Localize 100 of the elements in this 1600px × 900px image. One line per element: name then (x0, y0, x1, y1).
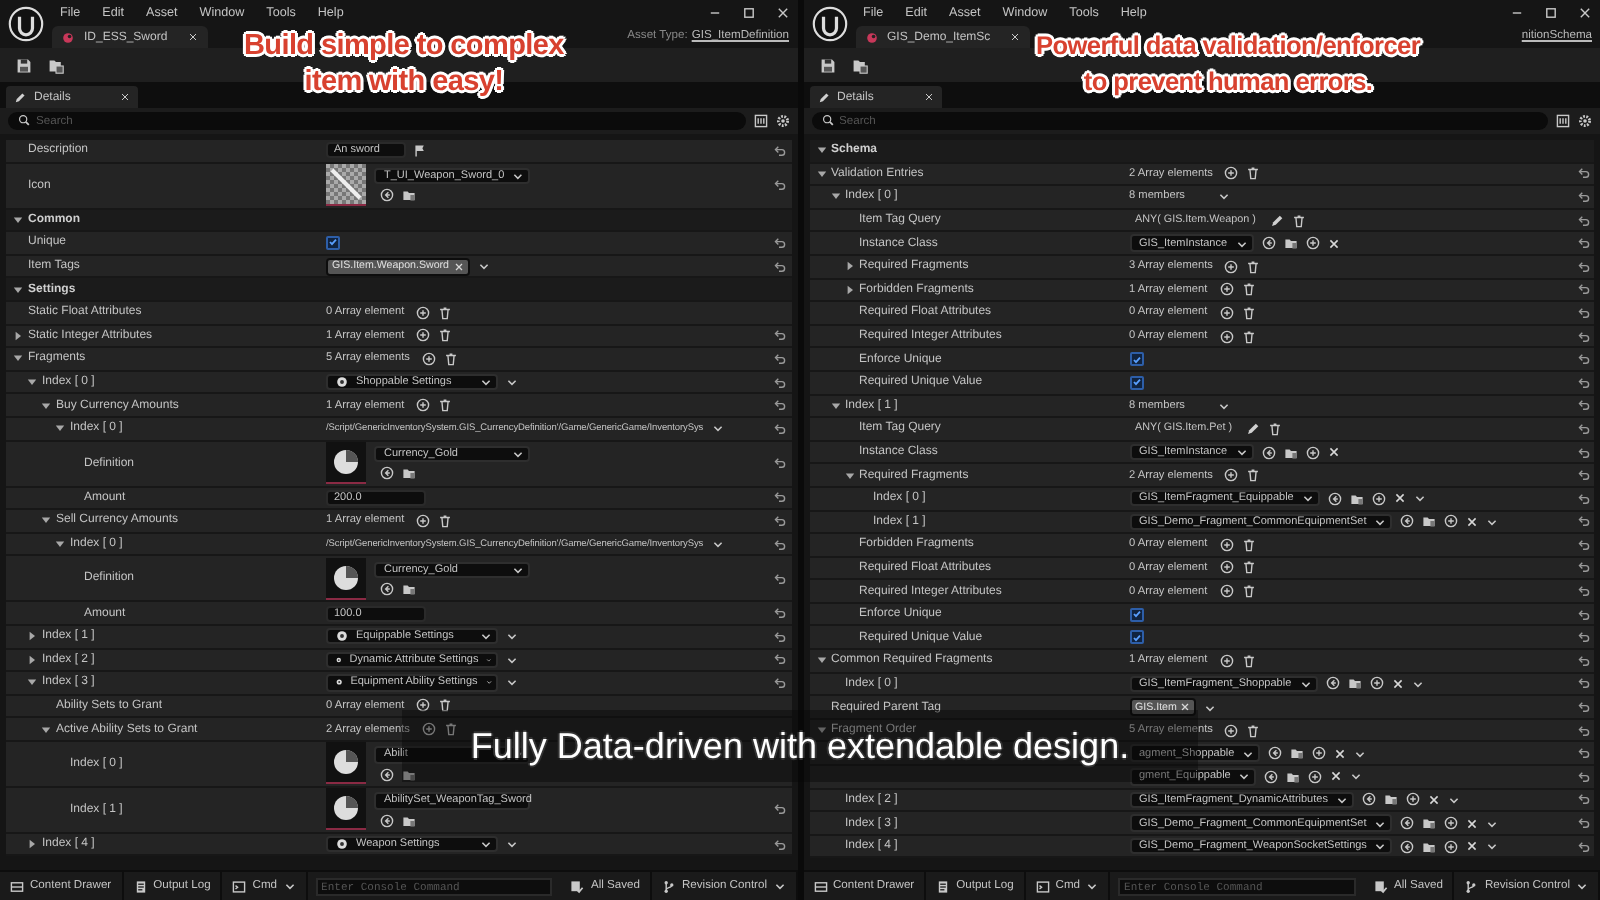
reset-arrow-icon[interactable] (1575, 746, 1589, 761)
reset-arrow-icon[interactable] (772, 629, 786, 644)
reset-arrow-icon[interactable] (1575, 282, 1589, 297)
pie-chart-thumbnail[interactable] (326, 442, 366, 485)
arrow-left-circle-icon[interactable] (1261, 236, 1276, 251)
add-icon[interactable] (1405, 792, 1420, 807)
remove-icon[interactable] (1180, 702, 1191, 713)
close-icon[interactable] (923, 92, 933, 102)
arrow-left-circle-icon[interactable] (1327, 491, 1342, 506)
disclosure-triangle-icon[interactable] (843, 283, 855, 296)
add-icon[interactable] (1444, 816, 1459, 831)
folder-icon[interactable] (402, 767, 416, 782)
disclosure-triangle-icon[interactable] (40, 723, 52, 736)
disclosure-triangle-icon[interactable] (12, 352, 24, 365)
close-icon[interactable] (1578, 5, 1592, 19)
add-icon[interactable] (1305, 236, 1320, 251)
reset-arrow-icon[interactable] (1575, 375, 1589, 390)
add-icon[interactable] (1224, 166, 1239, 181)
arrow-left-circle-icon[interactable] (1264, 769, 1279, 784)
add-icon[interactable] (1308, 769, 1323, 784)
trash-icon[interactable] (1246, 259, 1261, 274)
add-icon[interactable] (421, 351, 436, 366)
caret-icon[interactable] (711, 422, 724, 435)
save-icon[interactable] (16, 57, 32, 73)
add-icon[interactable] (416, 513, 431, 528)
caret-icon[interactable] (1413, 492, 1426, 505)
browse-asset-icon[interactable] (851, 57, 867, 73)
trash-icon[interactable] (1241, 653, 1256, 668)
browse-asset-icon[interactable] (48, 57, 64, 73)
folder-icon[interactable] (1283, 236, 1298, 251)
pie-chart-thumbnail[interactable] (326, 788, 366, 831)
checkbox[interactable] (1129, 607, 1143, 622)
add-icon[interactable] (1219, 653, 1234, 668)
trash-icon[interactable] (1241, 537, 1256, 552)
disclosure-triangle-icon[interactable] (829, 190, 841, 203)
folder-icon[interactable] (402, 582, 416, 597)
reset-arrow-icon[interactable] (1575, 607, 1589, 622)
reset-arrow-icon[interactable] (1575, 445, 1589, 460)
reset-arrow-icon[interactable] (1575, 537, 1589, 552)
trash-icon[interactable] (1246, 723, 1261, 738)
reset-arrow-icon[interactable] (1575, 630, 1589, 645)
trash-icon[interactable] (1241, 560, 1256, 575)
reset-arrow-icon[interactable] (1575, 584, 1589, 599)
disclosure-triangle-icon[interactable] (815, 144, 827, 157)
disclosure-triangle-icon[interactable] (40, 514, 52, 527)
reset-arrow-icon[interactable] (772, 421, 786, 436)
add-icon[interactable] (416, 328, 431, 343)
folder-icon[interactable] (1283, 445, 1298, 460)
disclosure-triangle-icon[interactable] (843, 469, 855, 482)
flag-icon[interactable] (414, 143, 428, 158)
add-icon[interactable] (1219, 305, 1234, 320)
reset-arrow-icon[interactable] (1575, 213, 1589, 228)
sword-texture-thumbnail[interactable] (326, 164, 366, 207)
arrow-left-circle-icon[interactable] (1400, 839, 1415, 854)
folder-icon[interactable] (1422, 514, 1437, 529)
clear-icon[interactable] (1327, 237, 1340, 250)
close-icon[interactable] (1010, 32, 1021, 42)
caret-icon[interactable] (1486, 515, 1499, 528)
reset-arrow-icon[interactable] (1575, 816, 1589, 831)
reset-arrow-icon[interactable] (1575, 723, 1589, 738)
reset-arrow-icon[interactable] (1575, 259, 1589, 274)
settings-icon[interactable] (775, 114, 789, 128)
add-icon[interactable] (1219, 537, 1234, 552)
trash-icon[interactable] (438, 698, 453, 713)
checkbox[interactable] (1129, 630, 1143, 645)
folder-icon[interactable] (402, 813, 416, 828)
reset-arrow-icon[interactable] (1575, 514, 1589, 529)
reset-arrow-icon[interactable] (772, 652, 786, 667)
reset-arrow-icon[interactable] (1575, 305, 1589, 320)
folder-icon[interactable] (1422, 816, 1437, 831)
trash-icon[interactable] (438, 398, 453, 413)
folder-icon[interactable] (1383, 792, 1398, 807)
clear-icon[interactable] (1466, 515, 1479, 528)
caret-icon[interactable] (1447, 793, 1460, 806)
reset-arrow-icon[interactable] (1575, 352, 1589, 367)
caret-icon[interactable] (1217, 399, 1229, 412)
trash-icon[interactable] (1241, 584, 1256, 599)
arrow-left-circle-icon[interactable] (380, 466, 394, 481)
reset-arrow-icon[interactable] (1575, 700, 1589, 715)
arrow-left-circle-icon[interactable] (380, 582, 394, 597)
trash-icon[interactable] (1241, 329, 1256, 344)
reset-arrow-icon[interactable] (1575, 236, 1589, 251)
caret-icon[interactable] (711, 538, 724, 551)
maximize-icon[interactable] (741, 5, 755, 19)
reset-arrow-icon[interactable] (1575, 676, 1589, 691)
reset-arrow-icon[interactable] (772, 328, 786, 343)
reset-arrow-icon[interactable] (772, 143, 786, 158)
add-icon[interactable] (1312, 746, 1327, 761)
add-icon[interactable] (416, 698, 431, 713)
reset-arrow-icon[interactable] (772, 456, 786, 471)
disclosure-triangle-icon[interactable] (26, 630, 38, 643)
disclosure-triangle-icon[interactable] (815, 654, 827, 667)
checkbox[interactable] (326, 235, 340, 250)
clear-icon[interactable] (1391, 677, 1404, 690)
add-icon[interactable] (1444, 514, 1459, 529)
disclosure-triangle-icon[interactable] (26, 838, 38, 851)
maximize-icon[interactable] (1544, 5, 1558, 19)
folder-icon[interactable] (1286, 769, 1301, 784)
reset-arrow-icon[interactable] (772, 351, 786, 366)
add-icon[interactable] (1371, 491, 1386, 506)
